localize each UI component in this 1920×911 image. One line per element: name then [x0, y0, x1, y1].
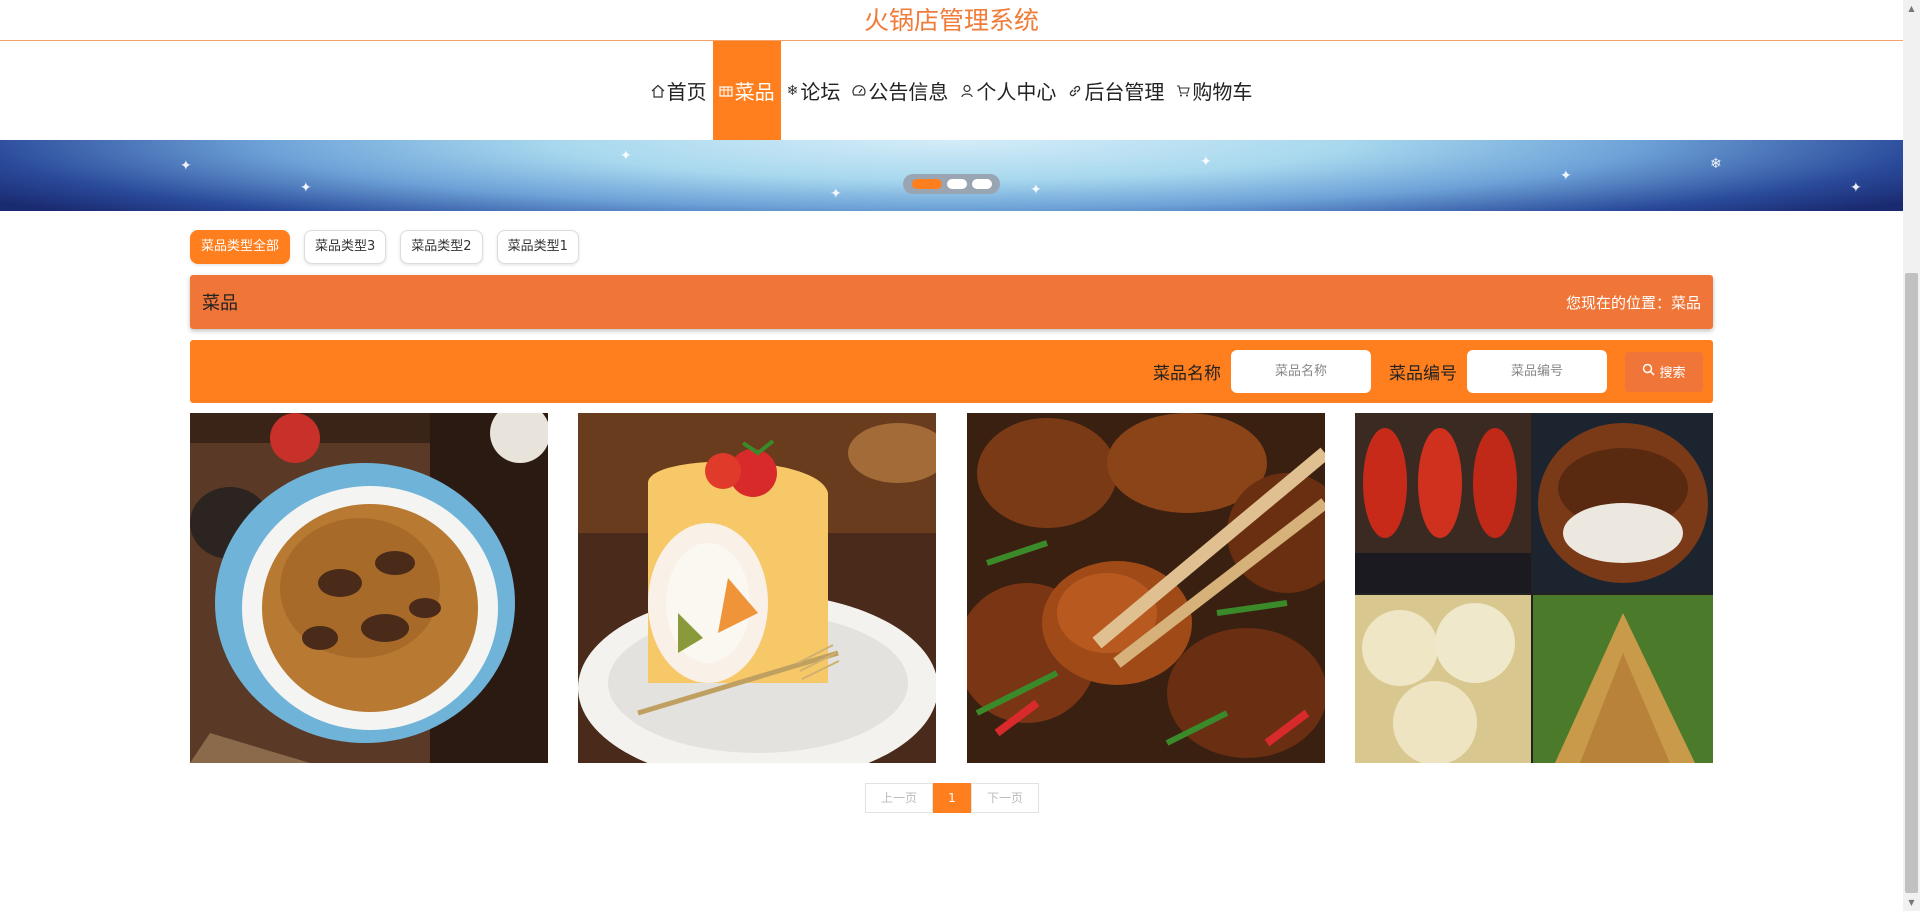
dish-code-input[interactable] [1467, 350, 1607, 393]
nav-label: 首页 [666, 80, 707, 104]
filter-type-2[interactable]: 菜品类型2 [400, 230, 483, 264]
pagination: 上一页 1 下一页 [865, 783, 1039, 813]
search-icon [1642, 363, 1656, 380]
product-card-beef-noodles[interactable] [190, 413, 548, 763]
nav-item-dishes[interactable]: 菜品 [712, 41, 781, 140]
dish-name-label: 菜品名称 [1153, 364, 1221, 384]
gauge-icon [852, 84, 866, 98]
sparkle-icon: ✦ [180, 158, 192, 174]
sparkle-icon: ❄ [1710, 156, 1722, 172]
nav-label: 公告信息 [868, 80, 949, 104]
breadcrumb-prefix: 您现在的位置： [1565, 293, 1671, 312]
carousel-dot-3[interactable] [971, 179, 992, 189]
carousel-dot-1[interactable] [911, 179, 942, 189]
nav-item-announcements[interactable]: 公告信息 [846, 41, 954, 140]
nav-label: 购物车 [1192, 80, 1253, 104]
carousel-dot-2[interactable] [946, 179, 967, 189]
sparkle-icon: ✦ [1030, 182, 1042, 198]
product-card-snack-collage[interactable] [1354, 413, 1713, 763]
sparkle-icon: ✦ [300, 180, 312, 196]
search-button-label: 搜索 [1659, 366, 1686, 381]
breadcrumb: 您现在的位置： 菜品 [1566, 292, 1701, 313]
sparkle-icon: ✦ [830, 186, 842, 202]
carousel-indicators [903, 174, 1000, 194]
nav-item-cart[interactable]: 购物车 [1170, 41, 1258, 140]
menu-grid-icon [719, 84, 733, 98]
beef-noodles-photo [190, 413, 548, 763]
nav-label: 后台管理 [1084, 80, 1165, 104]
link-icon [1068, 84, 1082, 98]
dish-name-input[interactable] [1231, 350, 1371, 393]
nav-label: 论坛 [800, 80, 841, 104]
snack-collage-photo [1354, 413, 1713, 763]
nav-item-admin[interactable]: 后台管理 [1062, 41, 1170, 140]
scroll-up-icon[interactable]: ▲ [1903, 0, 1920, 17]
scroll-thumb[interactable] [1905, 273, 1918, 893]
main-nav: 首页 菜品 ❄ 论坛 公告信息 个人中心 后台管理 购物车 [0, 41, 1903, 140]
filter-type-3[interactable]: 菜品类型3 [304, 230, 387, 264]
filter-all[interactable]: 菜品类型全部 [190, 230, 291, 264]
cart-icon [1176, 84, 1191, 98]
nav-label: 菜品 [734, 80, 775, 104]
product-grid [190, 413, 1713, 763]
carousel-banner[interactable]: ✦ ✦ ✦ ✦ ✦ ✦ ✦ ❄ ✦ [0, 140, 1903, 211]
search-bar: 菜品名称 菜品编号 搜索 [190, 340, 1713, 403]
sparkle-icon: ✦ [1560, 168, 1572, 184]
nav-item-profile[interactable]: 个人中心 [954, 41, 1062, 140]
sparkle-icon: ✦ [1200, 154, 1212, 170]
filter-type-1[interactable]: 菜品类型1 [496, 230, 579, 264]
home-icon [651, 84, 665, 98]
sparkle-icon: ✦ [1850, 180, 1862, 196]
scroll-down-icon[interactable]: ▼ [1903, 894, 1920, 911]
prev-page-button[interactable]: 上一页 [865, 783, 933, 813]
product-card-glazed-chicken[interactable] [966, 413, 1325, 763]
section-header: 菜品 您现在的位置： 菜品 [190, 275, 1713, 329]
nav-label: 个人中心 [976, 80, 1057, 104]
nav-item-home[interactable]: 首页 [645, 41, 713, 140]
page: 火锅店管理系统 首页 菜品 ❄ 论坛 公告信息 个人中心 后台管理 购物车 ✦ … [0, 0, 1920, 911]
site-title: 火锅店管理系统 [0, 0, 1903, 41]
page-number-button[interactable]: 1 [933, 783, 971, 813]
product-card-cake-roll[interactable] [578, 413, 937, 763]
snowflake-icon: ❄ [786, 82, 799, 99]
sparkle-icon: ✦ [620, 148, 632, 164]
glazed-chicken-chopsticks-photo [966, 413, 1325, 763]
dish-code-label: 菜品编号 [1389, 364, 1457, 384]
next-page-button[interactable]: 下一页 [971, 783, 1039, 813]
strawberry-cake-roll-photo [578, 413, 937, 763]
vertical-scrollbar[interactable]: ▲ ▼ [1903, 0, 1920, 911]
breadcrumb-current[interactable]: 菜品 [1671, 292, 1701, 313]
category-filters: 菜品类型全部 菜品类型3 菜品类型2 菜品类型1 [190, 230, 579, 264]
nav-item-forum[interactable]: ❄ 论坛 [781, 41, 847, 140]
search-button[interactable]: 搜索 [1625, 351, 1703, 392]
user-icon [960, 84, 974, 98]
section-title: 菜品 [202, 293, 238, 314]
